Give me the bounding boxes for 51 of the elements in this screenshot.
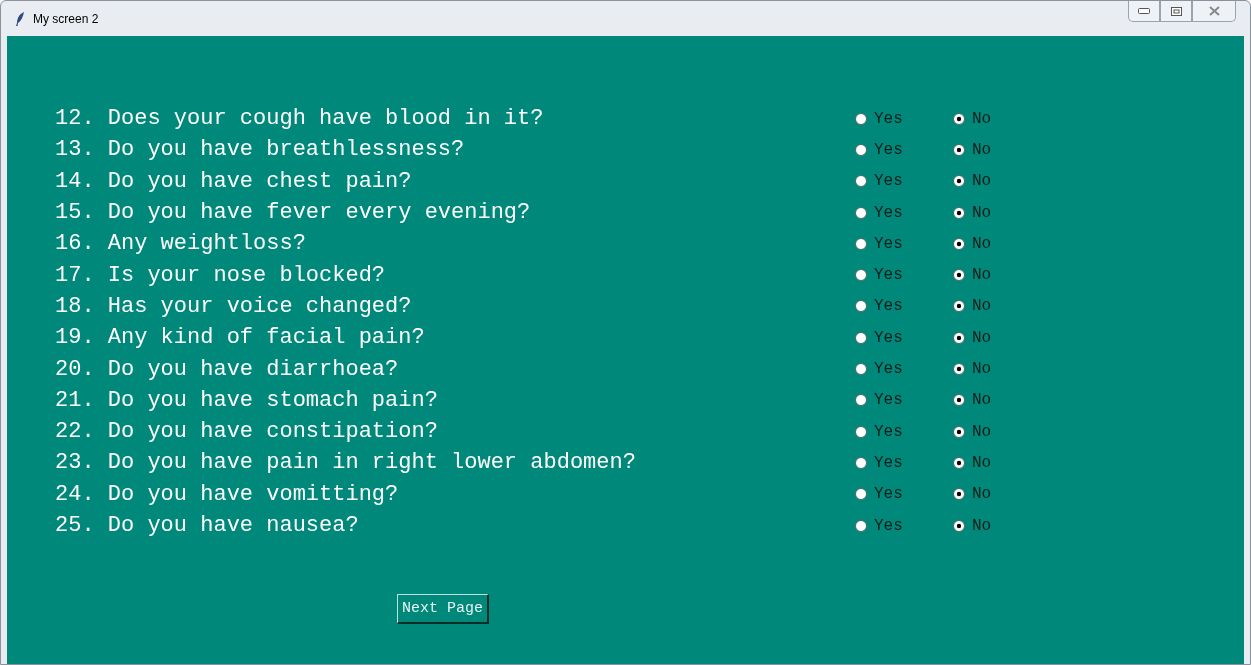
minimize-button[interactable] [1128,1,1160,22]
radio-option[interactable]: No [953,234,1011,253]
question-text: 14. Do you have chest pain? [55,168,413,194]
minimize-icon [1138,8,1150,14]
radio-option[interactable]: No [953,109,1011,128]
question-text: 15. Do you have fever every evening? [55,200,532,226]
feather-icon [15,11,25,26]
radio-option[interactable]: No [953,172,1011,191]
radio-option[interactable]: Yes [855,485,913,504]
radio-option[interactable]: Yes [855,203,913,222]
radio-option[interactable]: Yes [855,140,913,159]
radio-option[interactable]: No [953,360,1011,378]
radio-option[interactable]: Yes [855,266,913,285]
next-page-button[interactable]: Next Page [397,594,489,625]
question-text: 12. Does your cough have blood in it? [55,106,545,132]
radio-option[interactable]: No [953,266,1011,285]
question-text: 20. Do you have diarrhoea? [55,356,400,382]
window-title: My screen 2 [33,11,99,26]
radio-option[interactable]: Yes [855,328,913,347]
maximize-icon [1170,6,1182,16]
radio-option[interactable]: Yes [855,391,913,410]
radio-option[interactable]: Yes [855,172,913,191]
radio-option[interactable]: No [953,453,1011,472]
close-button[interactable] [1192,1,1236,22]
question-text: 23. Do you have pain in right lower abdomen? [55,450,637,476]
radio-option[interactable]: No [953,328,1011,347]
radio-option[interactable]: Yes [855,422,913,441]
question-text: 19. Any kind of facial pain? [55,325,426,351]
radio-option[interactable]: Yes [855,109,913,128]
question-text: 21. Do you have stomach pain? [55,387,439,413]
question-text: 18. Has your voice changed? [55,293,413,319]
radio-option[interactable]: Yes [855,453,913,472]
radio-option[interactable]: No [953,297,1011,316]
radio-option[interactable]: No [953,391,1011,410]
close-icon [1208,6,1220,16]
radio-option[interactable]: No [953,422,1011,441]
question-text: 25. Do you have nausea? [55,513,360,538]
radio-option[interactable]: No [953,140,1011,159]
radio-option[interactable]: No [953,203,1011,222]
radio-option[interactable]: Yes [855,297,913,316]
radio-option[interactable]: Yes [855,234,913,253]
question-text: 24. Do you have vomitting? [55,481,400,507]
question-text: 16. Any weightloss? [55,231,307,257]
radio-option[interactable]: No [953,516,1011,535]
question-text: 13. Do you have breathlessness? [55,137,466,163]
question-text: 17. Is your nose blocked? [55,262,387,288]
radio-option[interactable]: Yes [855,360,913,378]
question-text: 22. Do you have constipation? [55,419,439,445]
maximize-button[interactable] [1160,1,1192,22]
radio-option[interactable]: No [953,485,1011,504]
radio-option[interactable]: Yes [855,516,913,535]
